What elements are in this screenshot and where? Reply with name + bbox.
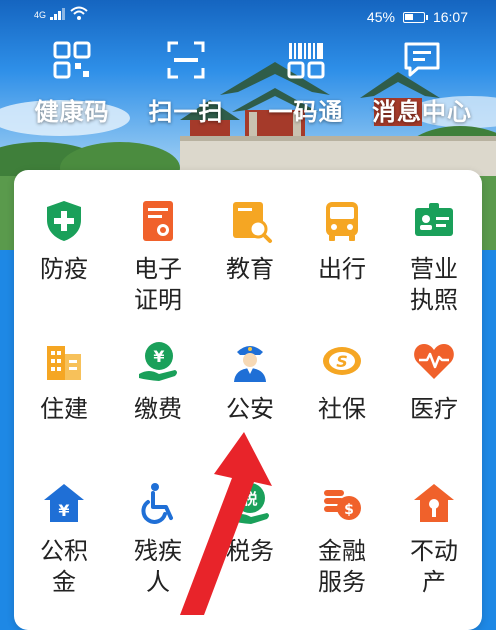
- wifi-icon: [70, 6, 88, 20]
- service-item-medical[interactable]: 医疗: [388, 338, 480, 425]
- service-label: 社保: [318, 395, 366, 423]
- service-label: 防疫: [40, 255, 88, 283]
- service-item-disabled-persons[interactable]: 残疾人: [112, 480, 204, 598]
- service-item-financial-services[interactable]: $ 金融服务: [296, 480, 388, 598]
- wheelchair-icon: [141, 483, 173, 524]
- property-key-icon: [414, 484, 454, 522]
- status-bar: 4G 45% 16:07: [0, 0, 496, 34]
- svg-text:S: S: [336, 352, 348, 371]
- battery-icon: [402, 11, 428, 23]
- service-label: 电子证明: [134, 255, 182, 314]
- building-icon: [47, 346, 81, 380]
- service-label: 缴费: [134, 395, 182, 423]
- social-security-icon: S: [323, 347, 361, 375]
- service-item-public-security[interactable]: 公安: [204, 338, 296, 425]
- service-label: 教育: [226, 255, 274, 283]
- quick-action-messages[interactable]: 消息中心: [362, 40, 482, 127]
- quick-action-label: 一码通: [268, 98, 344, 126]
- service-label: 公安: [226, 395, 274, 423]
- license-card-icon: [415, 203, 453, 236]
- cellular-signal-icon: [50, 8, 66, 20]
- service-item-certificate[interactable]: 电子证明: [112, 198, 204, 316]
- service-label: 不动产: [410, 537, 458, 596]
- barcode-icon: [287, 43, 325, 79]
- service-item-real-estate[interactable]: 不动产: [388, 480, 480, 598]
- battery-percent: 45%: [366, 9, 395, 25]
- quick-actions-bar: 健康码 扫一扫 一码通 消息中心: [0, 40, 496, 130]
- signal-group: 4G: [34, 6, 88, 20]
- service-item-taxation[interactable]: 税 税务: [204, 480, 296, 567]
- service-item-social-security[interactable]: S 社保: [296, 338, 388, 425]
- service-label: 税务: [226, 537, 274, 565]
- coins-icon: $: [324, 490, 361, 520]
- shield-plus-icon: [47, 201, 81, 241]
- service-item-business-license[interactable]: 营业执照: [388, 198, 480, 316]
- service-item-housing-construction[interactable]: 住建: [18, 338, 110, 425]
- tax-icon: 税: [231, 483, 269, 524]
- quick-action-label: 健康码: [34, 98, 110, 126]
- service-label: 住建: [40, 395, 88, 423]
- clock-time: 16:07: [432, 9, 468, 25]
- quick-action-scan[interactable]: 扫一扫: [126, 40, 246, 127]
- service-label: 出行: [318, 255, 366, 283]
- svg-text:$: $: [344, 502, 354, 518]
- svg-text:¥: ¥: [58, 501, 69, 520]
- certificate-icon: [143, 201, 173, 241]
- quick-action-label: 扫一扫: [148, 98, 224, 126]
- service-item-epidemic[interactable]: 防疫: [18, 198, 110, 285]
- service-label: 营业执照: [410, 255, 458, 314]
- service-item-travel[interactable]: 出行: [296, 198, 388, 285]
- service-label: 金融服务: [318, 537, 366, 596]
- scan-frame-icon: [167, 41, 205, 79]
- service-item-education[interactable]: 教育: [204, 198, 296, 285]
- housing-fund-icon: ¥: [44, 484, 84, 522]
- service-item-housing-fund[interactable]: ¥ 公积金: [18, 480, 110, 598]
- health-code-grid-icon: [53, 41, 91, 79]
- svg-text:¥: ¥: [153, 347, 164, 366]
- payment-hand-icon: ¥: [139, 342, 177, 381]
- bus-icon: [326, 202, 358, 241]
- quick-action-label: 消息中心: [372, 98, 472, 126]
- service-label: 残疾人: [134, 537, 182, 596]
- heart-pulse-icon: [414, 344, 454, 379]
- signal-type-text: 4G: [34, 10, 47, 20]
- services-panel: 防疫 电子证明 教育 出行 营业执照 住建 ¥ 缴费 公安 S 社保 医疗 ¥ …: [14, 170, 482, 630]
- service-label: 公积金: [40, 537, 88, 596]
- message-bubble-icon: [404, 42, 440, 77]
- tax-icon-text: 税: [242, 490, 257, 508]
- quick-action-health-code[interactable]: 健康码: [12, 40, 132, 127]
- service-label: 医疗: [410, 395, 458, 423]
- service-item-payment[interactable]: ¥ 缴费: [112, 338, 204, 425]
- education-search-icon: [233, 202, 272, 243]
- status-right-group: 45% 16:07: [367, 9, 468, 25]
- police-officer-icon: [234, 346, 266, 382]
- quick-action-one-code[interactable]: 一码通: [246, 40, 366, 127]
